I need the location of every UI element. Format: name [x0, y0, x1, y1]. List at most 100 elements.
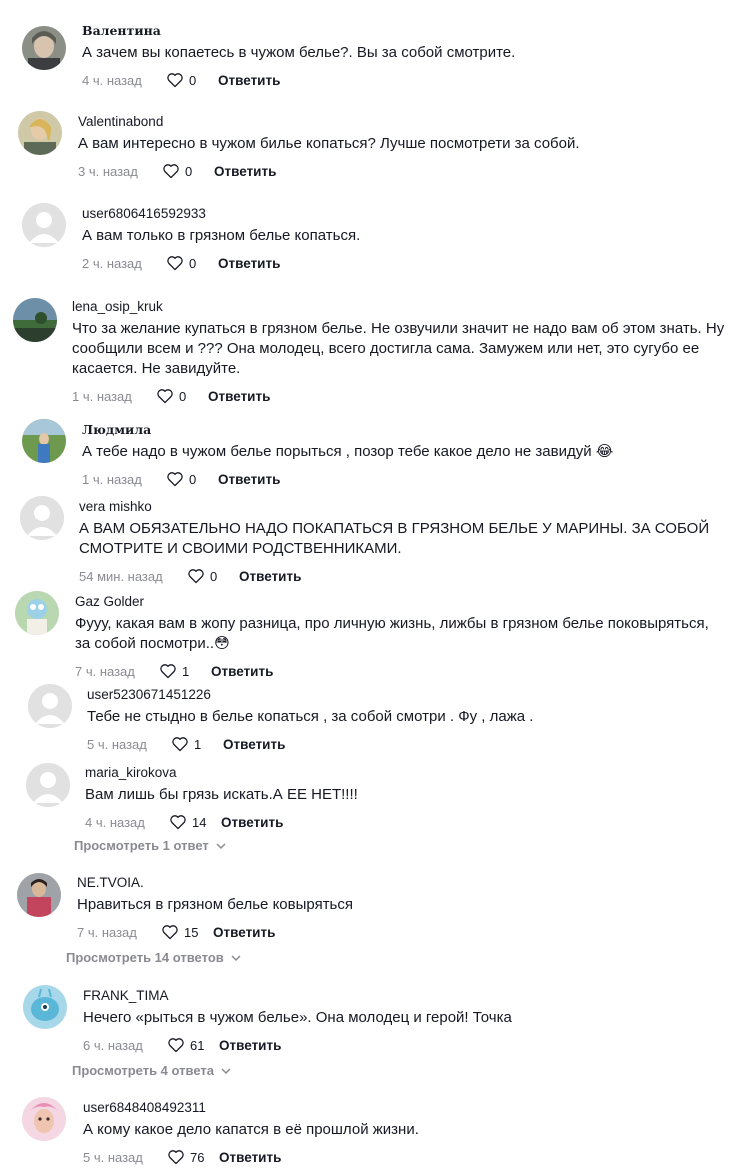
- like-count: 0: [189, 471, 197, 487]
- reply-button[interactable]: Ответить: [213, 925, 275, 940]
- heart-icon: [167, 256, 183, 271]
- heart-icon: [172, 737, 188, 752]
- comment-text: Нравиться в грязном белье ковыряться: [77, 896, 353, 913]
- avatar[interactable]: [22, 419, 66, 463]
- comment-text: Вам лишь бы грязь искать.А ЕЕ НЕТ!!!!: [85, 786, 358, 803]
- comment-time: 2 ч. назад: [82, 255, 142, 271]
- heart-icon: [163, 164, 179, 179]
- avatar[interactable]: [15, 591, 59, 635]
- comment-username[interactable]: NE.TVOIA.: [77, 874, 726, 892]
- avatar[interactable]: [28, 684, 72, 728]
- comment-time: 5 ч. назад: [83, 1149, 143, 1165]
- reply-button[interactable]: Ответить: [221, 815, 283, 830]
- comment-text: А зачем вы копаетесь в чужом белье?. Вы …: [82, 44, 516, 61]
- like-count: 0: [179, 388, 187, 404]
- comment-username[interactable]: user6848408492311: [83, 1099, 726, 1117]
- like-count: 61: [190, 1037, 205, 1053]
- chevron-down-icon: [216, 842, 226, 849]
- like-count: 76: [190, 1149, 205, 1165]
- like-button[interactable]: 0: [166, 72, 218, 88]
- like-button[interactable]: 0: [166, 471, 218, 487]
- heart-icon: [167, 73, 183, 88]
- view-replies-label: Просмотреть 14 ответов: [66, 950, 224, 965]
- comment-time: 4 ч. назад: [85, 814, 145, 830]
- comment-username[interactable]: Gaz Golder: [75, 593, 726, 611]
- comment-time: 1 ч. назад: [82, 471, 142, 487]
- reply-button[interactable]: Ответить: [223, 737, 285, 752]
- comment-text: Что за желание купаться в грязном белье.…: [72, 320, 725, 377]
- reply-button[interactable]: Ответить: [219, 1150, 281, 1165]
- reply-button[interactable]: Ответить: [239, 569, 301, 584]
- like-count: 1: [194, 736, 202, 752]
- reply-button[interactable]: Ответить: [218, 73, 280, 88]
- avatar[interactable]: [22, 1097, 66, 1141]
- avatar[interactable]: [20, 496, 64, 540]
- view-replies-label: Просмотреть 4 ответа: [72, 1063, 214, 1078]
- reply-button[interactable]: Ответить: [214, 164, 276, 179]
- heart-icon: [162, 925, 178, 940]
- comment-time: 6 ч. назад: [83, 1037, 143, 1053]
- like-count: 0: [210, 568, 218, 584]
- like-button[interactable]: 1: [171, 736, 223, 752]
- comment-username[interactable]: maria_kirokova: [85, 764, 726, 782]
- comment-username[interactable]: user6806416592933: [82, 205, 726, 223]
- like-button[interactable]: 14: [169, 814, 221, 830]
- reply-button[interactable]: Ответить: [208, 389, 270, 404]
- view-replies-button[interactable]: Просмотреть 14 ответов: [66, 950, 242, 965]
- comment-username[interactable]: user5230671451226: [87, 686, 726, 704]
- like-button[interactable]: 0: [187, 568, 239, 584]
- like-button[interactable]: 0: [166, 255, 218, 271]
- comment-username[interactable]: Людмила: [82, 421, 726, 439]
- reply-button[interactable]: Ответить: [218, 256, 280, 271]
- like-button[interactable]: 76: [167, 1149, 219, 1165]
- comment-time: 7 ч. назад: [77, 924, 137, 940]
- avatar[interactable]: [17, 873, 61, 917]
- chevron-down-icon: [221, 1067, 231, 1074]
- like-button[interactable]: 15: [161, 924, 213, 940]
- comment-text: А вам только в грязном белье копаться.: [82, 227, 361, 244]
- heart-icon: [160, 664, 176, 679]
- view-replies-button[interactable]: Просмотреть 4 ответа: [72, 1063, 232, 1078]
- chevron-down-icon: [231, 954, 241, 961]
- like-count: 0: [189, 72, 197, 88]
- reply-button[interactable]: Ответить: [218, 472, 280, 487]
- comment-time: 5 ч. назад: [87, 736, 147, 752]
- heart-icon: [168, 1038, 184, 1053]
- heart-icon: [167, 472, 183, 487]
- like-button[interactable]: 1: [159, 663, 211, 679]
- comment-username[interactable]: Валентина: [82, 22, 726, 40]
- avatar[interactable]: [23, 985, 67, 1029]
- comment-username[interactable]: lena_osip_kruk: [72, 298, 726, 316]
- reply-button[interactable]: Ответить: [211, 664, 273, 679]
- heart-icon: [157, 389, 173, 404]
- avatar[interactable]: [26, 763, 70, 807]
- like-count: 14: [192, 814, 207, 830]
- comment-username[interactable]: Valentinabond: [78, 113, 726, 131]
- like-button[interactable]: 0: [156, 388, 208, 404]
- comment-username[interactable]: FRANK_TIMA: [83, 987, 726, 1005]
- avatar[interactable]: [22, 203, 66, 247]
- view-replies-label: Просмотреть 1 ответ: [74, 838, 209, 853]
- comment-text: А ВАМ ОБЯЗАТЕЛЬНО НАДО ПОКАПАТЬСЯ В ГРЯЗ…: [79, 520, 710, 557]
- like-button[interactable]: 61: [167, 1037, 219, 1053]
- comment-time: 7 ч. назад: [75, 663, 135, 679]
- avatar[interactable]: [13, 298, 57, 342]
- comment-time: 4 ч. назад: [82, 72, 142, 88]
- comment-text: А кому какое дело капатся в её прошлой ж…: [83, 1121, 419, 1138]
- comment-time: 3 ч. назад: [78, 163, 138, 179]
- like-count: 15: [184, 924, 199, 940]
- avatar[interactable]: [18, 111, 62, 155]
- comment-text: А вам интересно в чужом билье копаться? …: [78, 135, 580, 152]
- heart-icon: [168, 1150, 184, 1165]
- view-replies-button[interactable]: Просмотреть 1 ответ: [74, 838, 227, 853]
- comment-time: 54 мин. назад: [79, 568, 163, 584]
- comment-text: Фууу, какая вам в жопу разница, про личн…: [75, 615, 709, 652]
- avatar[interactable]: [22, 26, 66, 70]
- comment-username[interactable]: vera mishko: [79, 498, 726, 516]
- comment-text: А тебе надо в чужом белье порыться , поз…: [82, 443, 614, 460]
- like-count: 0: [185, 163, 193, 179]
- comment-text: Нечего «рыться в чужом белье». Она молод…: [83, 1009, 512, 1026]
- heart-icon: [188, 569, 204, 584]
- like-button[interactable]: 0: [162, 163, 214, 179]
- reply-button[interactable]: Ответить: [219, 1038, 281, 1053]
